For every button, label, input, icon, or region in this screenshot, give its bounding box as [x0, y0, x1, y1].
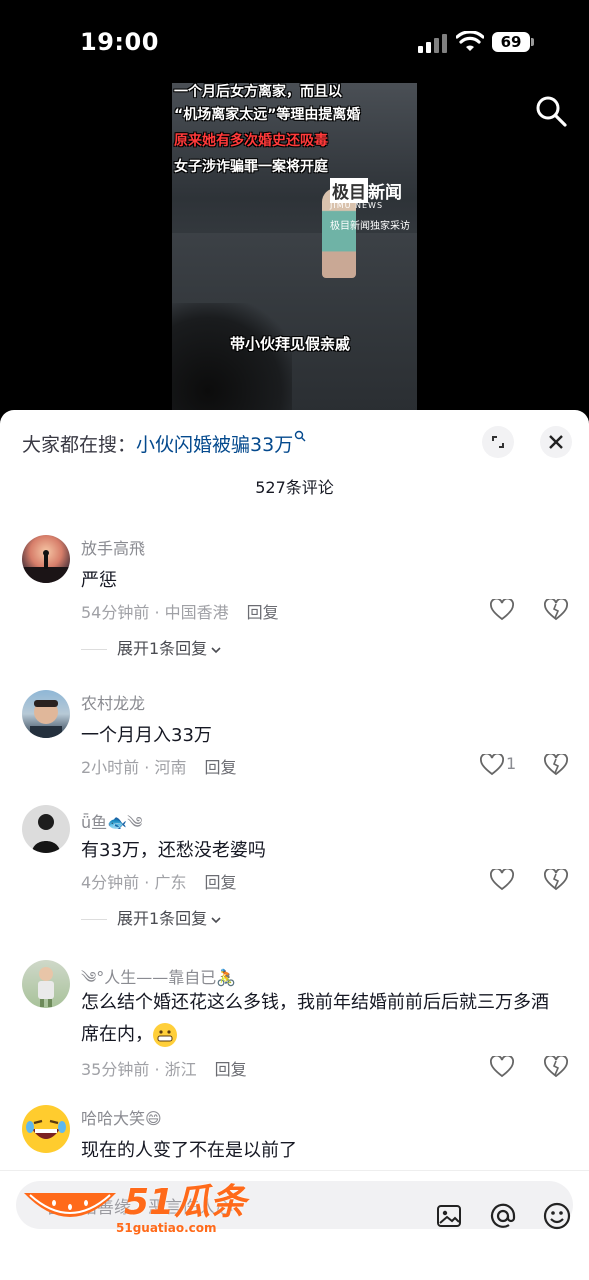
comment-text: 一个月月入33万: [81, 725, 212, 746]
avatar-person-icon: [32, 814, 60, 853]
heart-icon[interactable]: [490, 869, 514, 891]
video-frame[interactable]: 一个月后女方离家，而且以 “机场离家太远”等理由提离婚 原来她有多次婚史还吸毒 …: [172, 83, 417, 413]
heart-icon[interactable]: [480, 754, 504, 776]
video-caption-2: “机场离家太远”等理由提离婚: [174, 107, 361, 123]
broken-heart-icon[interactable]: [544, 869, 568, 891]
avatar[interactable]: [22, 960, 70, 1008]
comment-count: 527条评论: [255, 478, 334, 497]
logo-exclusive: 极目新闻独家采访: [330, 221, 410, 232]
grin-emoji-icon: [153, 1023, 177, 1047]
broken-heart-icon[interactable]: [544, 754, 568, 776]
close-button[interactable]: [540, 426, 572, 458]
comment-text: 怎么结个婚还花这么多钱，我前年结婚前前后后就三万多酒席在内，: [81, 987, 561, 1051]
status-time: 19:00: [80, 28, 159, 56]
laughing-emoji-icon: [26, 1119, 66, 1139]
hot-search-link[interactable]: 小伙闪婚被骗33万: [136, 434, 293, 456]
expand-button[interactable]: [482, 426, 514, 458]
reply-button[interactable]: 回复: [204, 758, 236, 777]
comment-time: 54分钟前 · 中国香港: [81, 603, 229, 622]
chevron-down-icon: [211, 916, 221, 923]
watermelon-logo-icon: [24, 1193, 116, 1217]
wifi-icon: [456, 31, 484, 51]
expand-replies-label: 展开1条回复: [117, 639, 208, 658]
video-caption-1: 一个月后女方离家，而且以: [174, 84, 342, 100]
comment-time: 35分钟前 · 浙江: [81, 1060, 197, 1079]
logo-text: 新闻: [368, 183, 402, 203]
username[interactable]: 放手高飛: [81, 535, 145, 559]
comment-input-bar: 善语结善缘，恶言伤人心 51瓜条 51guatiao.com: [0, 1170, 589, 1280]
reply-button[interactable]: 回复: [204, 873, 236, 892]
comment-meta: 4分钟前 · 广东 回复: [81, 869, 236, 893]
video-caption-4: 女子涉诈骗罪一案将开庭: [174, 159, 328, 175]
signal-icon: [418, 34, 447, 53]
avatar[interactable]: [22, 535, 70, 583]
avatar-child-icon: [38, 967, 54, 1007]
status-bar: 19:00 69: [0, 0, 589, 88]
heart-icon[interactable]: [490, 1056, 514, 1078]
comment-text: 现在的人变了不在是以前了: [81, 1140, 297, 1161]
search-small-icon: [295, 430, 306, 442]
avatar-face-icon: [30, 700, 62, 738]
heart-icon[interactable]: [490, 599, 514, 621]
at-icon[interactable]: [488, 1201, 518, 1231]
logo-sub: JIMU NEWS: [330, 201, 384, 210]
broken-heart-icon[interactable]: [544, 1056, 568, 1078]
site-watermark: 51瓜条 51guatiao.com: [20, 1171, 246, 1235]
reply-button[interactable]: 回复: [247, 603, 279, 622]
comment-sheet: 大家都在搜：小伙闪婚被骗33万 527条评论 放手高飛 严惩 54分钟前 · 中…: [0, 410, 589, 1280]
watermark-url: 51guatiao.com: [116, 1221, 217, 1235]
expand-icon: [492, 436, 504, 448]
watermark-text: 51瓜条: [124, 1182, 247, 1223]
close-icon: [549, 435, 563, 449]
comment-time: 4分钟前 · 广东: [81, 873, 187, 892]
expand-replies-button[interactable]: 展开1条回复: [81, 635, 221, 659]
comment-text: 有33万，还愁没老婆吗: [81, 840, 266, 861]
video-caption-3: 原来她有多次婚史还吸毒: [174, 133, 328, 149]
comment-text: 严惩: [81, 570, 117, 591]
avatar[interactable]: [22, 805, 70, 853]
avatar-silhouette-icon: [22, 550, 70, 583]
avatar[interactable]: [22, 690, 70, 738]
username[interactable]: 农村龙龙: [81, 690, 145, 714]
chevron-down-icon: [211, 646, 221, 653]
comment-meta: 2小时前 · 河南 回复: [81, 754, 236, 778]
username[interactable]: 哈哈大笑😄: [81, 1105, 162, 1129]
divider-line: [81, 919, 107, 920]
comment-time: 2小时前 · 河南: [81, 758, 187, 777]
comment-meta: 35分钟前 · 浙江 回复: [81, 1056, 247, 1080]
comment-meta: 54分钟前 · 中国香港 回复: [81, 599, 279, 623]
comment-text-content: 怎么结个婚还花这么多钱，我前年结婚前前后后就三万多酒席在内，: [81, 992, 549, 1045]
hot-search[interactable]: 大家都在搜：小伙闪婚被骗33万: [22, 430, 306, 457]
hot-search-label: 大家都在搜：: [22, 434, 137, 456]
expand-replies-button[interactable]: 展开1条回复: [81, 905, 221, 929]
emoji-icon[interactable]: [542, 1201, 572, 1231]
reply-button[interactable]: 回复: [215, 1060, 247, 1079]
avatar[interactable]: [22, 1105, 70, 1153]
video-foreground: [172, 303, 292, 413]
expand-replies-label: 展开1条回复: [117, 909, 208, 928]
search-icon[interactable]: [534, 94, 568, 128]
image-icon[interactable]: [436, 1203, 462, 1229]
video-player[interactable]: 一个月后女方离家，而且以 “机场离家太远”等理由提离婚 原来她有多次婚史还吸毒 …: [0, 80, 589, 413]
like-count: 1: [506, 754, 517, 773]
battery-nub: [531, 38, 534, 46]
divider-line: [81, 649, 107, 650]
broken-heart-icon[interactable]: [544, 599, 568, 621]
battery-indicator: 69: [492, 32, 530, 52]
video-bottom-caption: 带小伙拜见假亲戚: [230, 335, 351, 353]
jimu-news-logo: 极目 新闻: [330, 178, 414, 203]
